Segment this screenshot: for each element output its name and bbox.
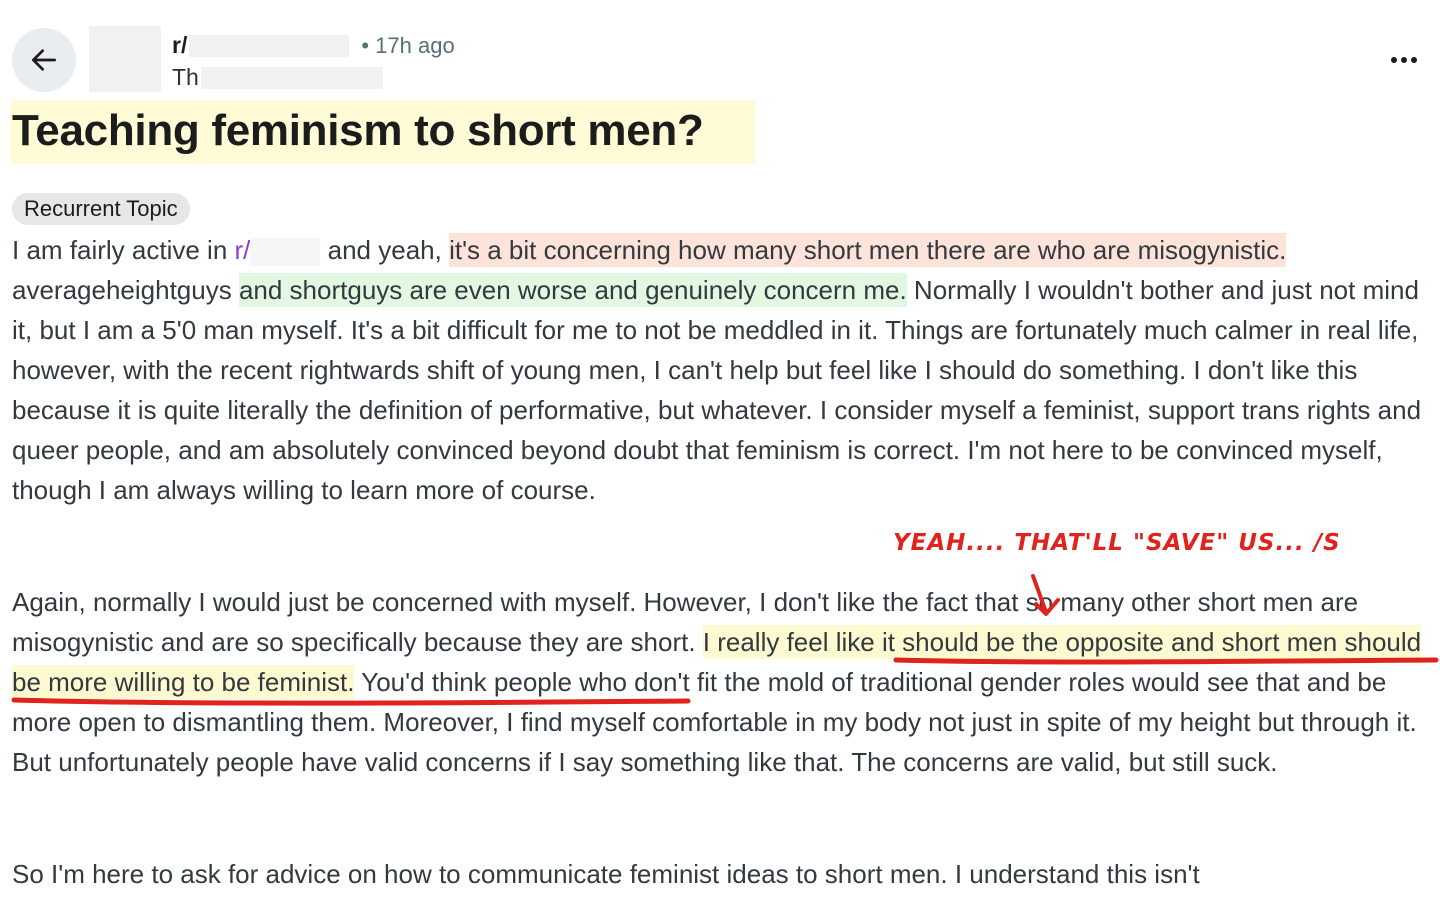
post-paragraph-3: So I'm here to ask for advice on how to … (12, 859, 1200, 889)
arrow-left-icon (32, 49, 56, 71)
subreddit-link[interactable]: r/ (235, 235, 251, 265)
post-age: • 17h ago (361, 32, 455, 58)
post-flair[interactable]: Recurrent Topic (12, 193, 190, 225)
more-options-button[interactable] (1384, 46, 1424, 74)
author-name[interactable]: Th (172, 64, 199, 91)
handwritten-annotation: YEAH.... THAT'LL "SAVE" US... /S (893, 530, 1341, 556)
redacted-subreddit-link (250, 238, 321, 267)
more-horizontal-icon (1391, 57, 1417, 63)
subreddit-name[interactable]: r/ (172, 32, 187, 59)
author-line: Th (172, 64, 383, 91)
back-button[interactable] (12, 28, 76, 92)
subreddit-avatar[interactable] (89, 26, 161, 92)
post-paragraph-1: I am fairly active in r/ and yeah, it's … (12, 230, 1430, 510)
subreddit-line: r/ • 17h ago (172, 32, 455, 59)
green-highlight: and shortguys are even worse and genuine… (238, 273, 907, 307)
post-title: Teaching feminism to short men? (12, 106, 704, 155)
redacted-author (200, 66, 383, 89)
text: and yeah, (320, 235, 450, 265)
text: averageheightguys (12, 275, 239, 305)
post-paragraph-2: Again, normally I would just be concerne… (12, 582, 1430, 782)
text: Normally I wouldn't bother and just not … (12, 275, 1422, 505)
text: I am fairly active in (12, 235, 235, 265)
pink-highlight: it's a bit concerning how many short men… (449, 233, 1287, 267)
redacted-subreddit (189, 34, 350, 57)
